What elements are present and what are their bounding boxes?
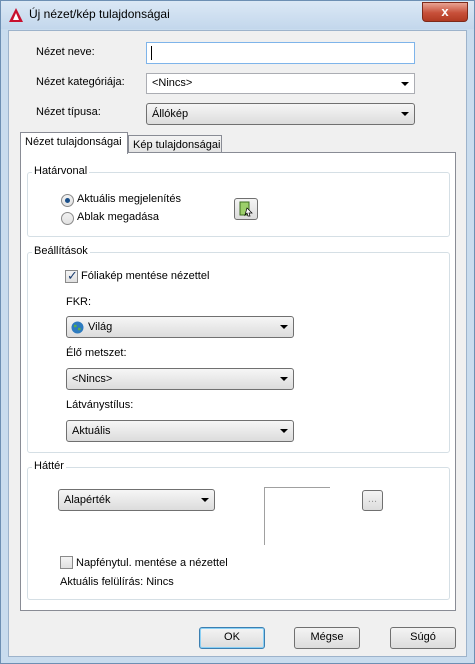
ucs-value: Világ xyxy=(88,321,113,333)
chevron-down-icon xyxy=(280,377,288,381)
background-type-dropdown[interactable]: Alapérték xyxy=(58,489,215,511)
save-layer-snapshot-label[interactable]: Fóliakép mentése nézettel xyxy=(81,270,209,282)
text-caret xyxy=(151,46,152,60)
ucs-label: FKR: xyxy=(66,296,92,308)
background-preview xyxy=(264,487,330,545)
live-section-label: Élő metszet: xyxy=(66,347,127,359)
cancel-button[interactable]: Mégse xyxy=(294,627,360,649)
background-type-value: Alapérték xyxy=(64,494,111,506)
tab-view-properties-label: Nézet tulajdonságai xyxy=(25,136,122,148)
boundary-group-title: Határvonal xyxy=(32,165,90,177)
window-title: Új nézet/kép tulajdonságai xyxy=(29,7,170,21)
radio-current-display-label[interactable]: Aktuális megjelenítés xyxy=(77,193,181,205)
autocad-app-icon xyxy=(9,8,23,22)
view-category-combo[interactable]: <Nincs> xyxy=(146,73,415,94)
save-sun-checkbox[interactable] xyxy=(60,556,73,569)
view-category-label: Nézet kategóriája: xyxy=(36,76,125,88)
view-type-label: Nézet típusa: xyxy=(36,106,101,118)
view-name-input[interactable] xyxy=(146,42,415,64)
radio-define-window[interactable] xyxy=(61,212,74,225)
view-type-dropdown[interactable]: Állókép xyxy=(146,103,415,125)
visual-style-label: Látványstílus: xyxy=(66,399,134,411)
view-category-value: <Nincs> xyxy=(152,77,193,89)
save-layer-snapshot-checkbox[interactable] xyxy=(65,268,78,284)
chevron-down-icon xyxy=(401,82,409,86)
view-type-value: Állókép xyxy=(152,108,189,120)
live-section-value: <Nincs> xyxy=(72,373,113,385)
view-name-label-text: Nézet neve: xyxy=(36,46,95,58)
chevron-down-icon xyxy=(401,112,409,116)
define-window-icon xyxy=(239,201,253,217)
globe-icon xyxy=(71,321,84,334)
tab-view-properties[interactable]: Nézet tulajdonságai xyxy=(20,132,128,154)
tab-shot-properties-label: Kép tulajdonságai xyxy=(133,139,221,151)
chevron-down-icon xyxy=(201,498,209,502)
radio-current-display[interactable] xyxy=(61,194,74,207)
chevron-down-icon xyxy=(280,325,288,329)
tab-panel: Határvonal Aktuális megjelenítés Ablak m… xyxy=(20,152,456,611)
radio-define-window-label[interactable]: Ablak megadása xyxy=(77,211,159,223)
settings-group: Beállítások Fóliakép mentése nézettel FK… xyxy=(27,245,450,453)
boundary-group: Határvonal Aktuális megjelenítés Ablak m… xyxy=(27,165,450,237)
close-button[interactable]: x xyxy=(422,2,468,22)
ok-button[interactable]: OK xyxy=(199,627,265,649)
visual-style-value: Aktuális xyxy=(72,425,111,437)
ucs-dropdown[interactable]: Világ xyxy=(66,316,294,338)
chevron-down-icon xyxy=(280,429,288,433)
view-name-label: Nézet neve: xyxy=(36,46,95,58)
background-browse-button[interactable]: ... xyxy=(362,490,383,511)
current-override-text: Aktuális felülírás: Nincs xyxy=(60,576,174,588)
visual-style-dropdown[interactable]: Aktuális xyxy=(66,420,294,442)
live-section-dropdown[interactable]: <Nincs> xyxy=(66,368,294,390)
title-bar[interactable]: Új nézet/kép tulajdonságai x xyxy=(1,1,474,29)
dialog-window: Új nézet/kép tulajdonságai x Nézet neve:… xyxy=(0,0,475,664)
settings-group-title: Beállítások xyxy=(32,245,90,257)
define-window-button[interactable] xyxy=(234,198,258,220)
help-button[interactable]: Súgó xyxy=(390,627,456,649)
background-group-title: Háttér xyxy=(32,460,66,472)
background-group: Háttér Alapérték ... Napfénytul. mentése… xyxy=(27,460,450,600)
save-sun-label[interactable]: Napfénytul. mentése a nézettel xyxy=(76,557,228,569)
